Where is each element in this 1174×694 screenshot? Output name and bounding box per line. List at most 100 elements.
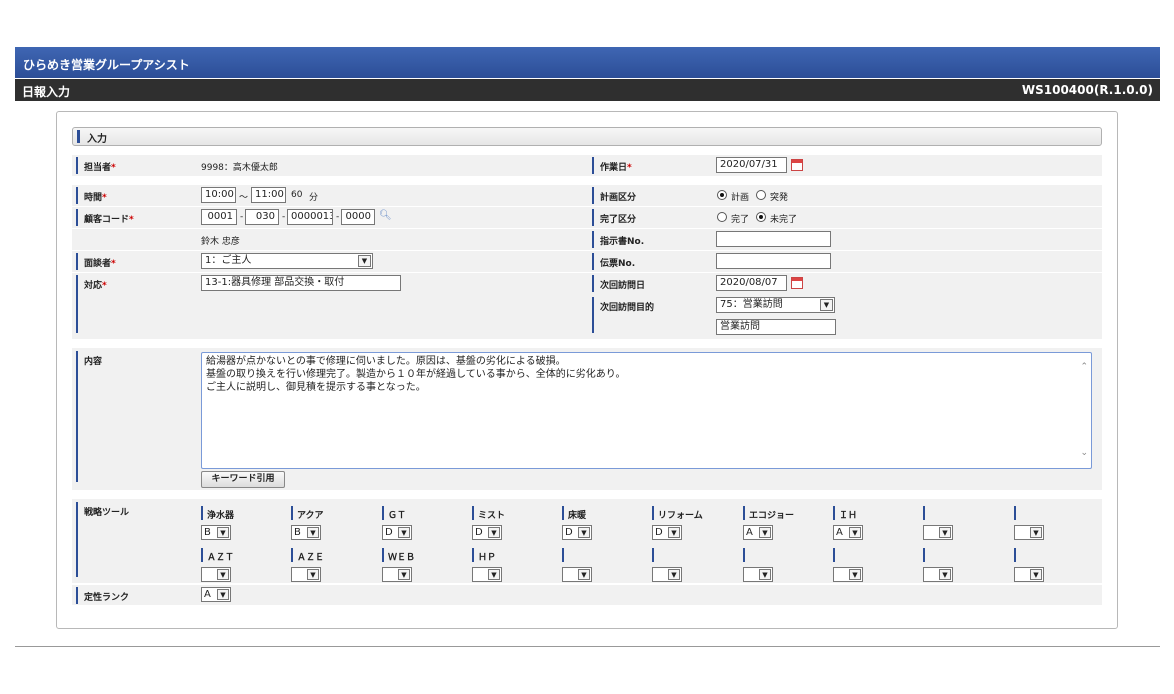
shijisho-input[interactable] [716,231,831,247]
chevron-down-icon: ▼ [217,569,229,580]
chevron-down-icon: ▼ [759,527,771,538]
scroll-down-icon[interactable]: ⌄ [1080,447,1088,460]
strategy-tool-select[interactable]: ▼ [291,567,321,582]
screen-title: 日報入力 [22,85,71,99]
mokuteki-text-input[interactable]: 営業訪問 [716,319,836,335]
chevron-down-icon: ▼ [307,527,319,538]
chevron-down-icon: ▼ [578,569,590,580]
customer-code-4[interactable]: 0000 [341,209,375,225]
naiyo-label: 内容 [76,351,102,485]
keikaku-radio-sudden[interactable] [756,190,766,200]
chevron-down-icon: ▼ [398,569,410,580]
strategy-tool-label: ＨＰ [472,548,496,563]
strategy-tool-select[interactable]: ▼ [472,567,502,582]
strategy-tool-select[interactable]: ▼ [201,567,231,582]
calendar-icon[interactable] [791,277,803,289]
strategy-tool-select[interactable]: A ▼ [743,525,773,540]
search-icon[interactable]: 🔍︎ [379,210,392,221]
strategy-tool-select[interactable]: ▼ [923,525,953,540]
mendan-label: 面談者* [76,253,116,270]
start-time-input[interactable]: 10:00 [201,187,236,203]
keikaku-plan-label: 計画 [731,193,750,203]
kanryo-radio-done[interactable] [717,212,727,222]
denpyo-input[interactable] [716,253,831,269]
tanto-label: 担当者* [76,157,116,174]
strategy-tool-label: 床暖 [562,506,586,521]
chevron-down-icon: ▼ [668,527,680,538]
naiyo-textarea[interactable]: 給湯器が点かないとの事で修理に伺いました。原因は、基盤の劣化による破損。 基盤の… [201,352,1092,469]
strategy-tool-select[interactable]: D ▼ [652,525,682,540]
strategy-tool-value: D [475,527,483,538]
strategy-tool-select[interactable]: ▼ [652,567,682,582]
strategy-tool-select[interactable]: B ▼ [291,525,321,540]
denpyo-label: 伝票No. [592,253,635,270]
strategy-tool-select[interactable]: ▼ [562,567,592,582]
strategy-tool-select[interactable]: ▼ [743,567,773,582]
code-dash: - [282,212,286,222]
chevron-down-icon: ▼ [398,527,410,538]
strategy-tool-select[interactable]: A ▼ [833,525,863,540]
chevron-down-icon: ▼ [488,569,500,580]
strategy-tool-value: A [836,527,843,538]
tanto-value: 9998：高木優太郎 [201,163,278,173]
teisei-label: 定性ランク [76,587,129,604]
strategy-tool-select[interactable]: B ▼ [201,525,231,540]
end-time-input[interactable]: 11:00 [251,187,286,203]
duration-minutes: 60 [291,190,303,200]
code-dash: - [336,212,340,222]
chevron-down-icon: ▼ [217,589,229,600]
strategy-tool-label: ＡＺＴ [201,548,234,563]
strategy-tool-label: リフォーム [652,506,703,521]
strategy-tool-label: ＡＺＥ [291,548,324,563]
keikaku-label: 計画区分 [592,187,636,204]
mendan-select[interactable]: 1：ご主人 ▼ [201,253,373,269]
strategy-tool-select[interactable]: ▼ [1014,567,1044,582]
kanryo-notdone-label: 未完了 [770,215,798,225]
sagyobi-date-input[interactable]: 2020/07/31 [716,157,787,173]
mokuteki-select[interactable]: 75：営業訪問 ▼ [716,297,835,313]
chevron-down-icon: ▼ [849,527,861,538]
calendar-icon[interactable] [791,159,803,171]
taio-label: 対応* [76,275,107,336]
naiyo-line: ご主人に説明し、御見積を提示する事となった。 [206,382,426,393]
strategy-tool-value: D [565,527,573,538]
strategy-tool-label: アクア [291,506,324,521]
strategy-tool-value: B [204,527,211,538]
strategy-tool-select[interactable]: ▼ [1014,525,1044,540]
strategy-tool-label: ＷＥＢ [382,548,415,563]
strategy-tool-select[interactable]: ▼ [382,567,412,582]
strategy-tool-select[interactable]: D ▼ [562,525,592,540]
keikaku-radio-plan[interactable] [717,190,727,200]
teisei-select[interactable]: A ▼ [201,587,231,602]
screen-code: WS100400(R.1.0.0) [1021,83,1153,97]
strategy-tool-select[interactable]: ▼ [833,567,863,582]
shijisho-label: 指示書No. [592,231,644,248]
customer-code-3[interactable]: 0000013 [287,209,333,225]
kanryo-label: 完了区分 [592,209,636,226]
jikai-date-input[interactable]: 2020/08/07 [716,275,787,291]
chevron-down-icon: ▼ [668,569,680,580]
chevron-down-icon: ▼ [939,569,951,580]
kanryo-radio-notdone[interactable] [756,212,766,222]
kokyaku-label: 顧客コード* [76,209,134,226]
strategy-tool-select[interactable]: D ▼ [472,525,502,540]
customer-code-2[interactable]: 030 [245,209,279,225]
sagyobi-label: 作業日* [592,157,632,174]
strategy-tool-label: ＩＨ [833,506,857,521]
chevron-down-icon: ▼ [358,255,371,267]
chevron-down-icon: ▼ [849,569,861,580]
keyword-quote-button[interactable]: キーワード引用 [201,471,285,488]
screen-header: 日報入力 WS100400(R.1.0.0) [15,79,1160,101]
strategy-tool-select[interactable]: D ▼ [382,525,412,540]
customer-code-1[interactable]: 0001 [201,209,237,225]
taio-input[interactable]: 13-1:器具修理 部品交換・取付 [201,275,401,291]
chevron-down-icon: ▼ [820,299,833,311]
keikaku-sudden-label: 突発 [770,193,789,203]
jikai-label: 次回訪問日 [592,275,645,292]
strategy-tool-value: A [746,527,753,538]
scroll-up-icon[interactable]: ⌃ [1080,361,1088,374]
strategy-tool-label: ミスト [472,506,505,521]
section-header: 入力 [72,127,1102,146]
strategy-tool-select[interactable]: ▼ [923,567,953,582]
strategy-tool-value: D [385,527,393,538]
